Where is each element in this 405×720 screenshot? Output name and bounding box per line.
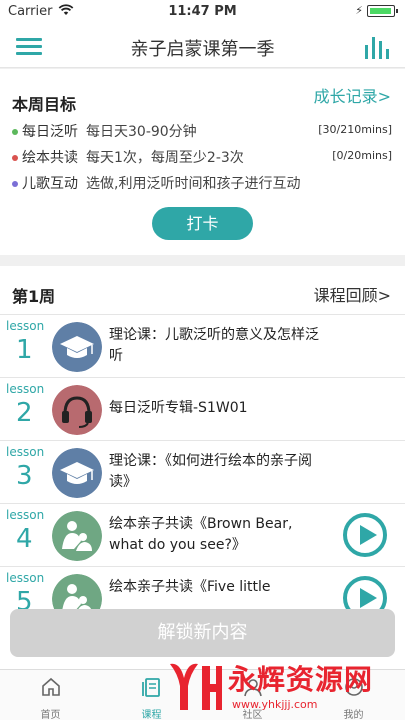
lesson-tag: lesson bbox=[6, 508, 45, 522]
watermark-logo-icon bbox=[170, 663, 222, 710]
tab-home[interactable]: 首页 bbox=[0, 670, 101, 720]
lesson-tag: lesson bbox=[6, 319, 45, 333]
growth-record-link[interactable]: 成长记录> bbox=[314, 83, 391, 107]
goal-progress: [30/210mins] bbox=[318, 123, 392, 136]
page-title: 亲子启蒙课第一季 bbox=[130, 39, 275, 60]
watermark-text: 永辉资源网 bbox=[228, 663, 374, 696]
play-icon[interactable] bbox=[343, 513, 387, 557]
course-review-link[interactable]: 课程回顾> bbox=[314, 282, 391, 306]
unlock-content-button[interactable]: 解锁新内容 bbox=[10, 609, 395, 657]
goal-description: 选做,利用泛听时间和孩子进行互动 bbox=[86, 176, 301, 192]
course-icon bbox=[142, 678, 160, 697]
lesson-title: 理论课：儿歌泛听的意义及怎样泛听 bbox=[109, 327, 319, 364]
lesson-title: 每日泛听专辑-S1W01 bbox=[109, 400, 248, 416]
goal-name: 儿歌互动 bbox=[22, 176, 78, 192]
parent-child-icon bbox=[52, 511, 102, 561]
nav-bar: 亲子启蒙课第一季 bbox=[0, 22, 405, 68]
lesson-number: 2 bbox=[16, 398, 33, 428]
goal-description: 每天1次，每周至少2-3次 bbox=[86, 150, 244, 166]
lesson-tag: lesson bbox=[6, 445, 45, 459]
status-bar: Carrier 11:47 PM ⚡ bbox=[0, 0, 405, 22]
tab-label: 首页 bbox=[40, 710, 61, 720]
bar-chart-icon[interactable] bbox=[365, 35, 389, 59]
clock: 11:47 PM bbox=[168, 4, 237, 19]
goal-bullet-icon bbox=[12, 181, 18, 187]
home-icon bbox=[42, 677, 60, 696]
lesson-row[interactable]: lesson 4 绘本亲子共读《Brown Bear, what do you … bbox=[0, 503, 405, 566]
goal-row: 儿歌互动 选做,利用泛听时间和孩子进行互动 bbox=[12, 173, 392, 195]
battery-icon bbox=[367, 5, 398, 17]
charging-icon: ⚡ bbox=[355, 4, 363, 17]
goal-row: 每日泛听 每日天30-90分钟 [30/210mins] bbox=[12, 121, 392, 143]
graduation-cap-icon bbox=[52, 448, 102, 498]
lesson-row[interactable]: lesson 3 理论课：《如何进行绘本的亲子阅读》 bbox=[0, 440, 405, 503]
goal-name: 绘本共读 bbox=[22, 150, 78, 166]
lesson-number: 4 bbox=[16, 524, 33, 554]
watermark-url: www.yhkjjj.com bbox=[232, 698, 318, 711]
goal-row: 绘本共读 每天1次，每周至少2-3次 [0/20mins] bbox=[12, 147, 392, 169]
lesson-row[interactable]: lesson 1 理论课：儿歌泛听的意义及怎样泛听 bbox=[0, 314, 405, 377]
goal-name: 每日泛听 bbox=[22, 124, 78, 140]
weekly-goals-card: 本周目标 成长记录> 每日泛听 每日天30-90分钟 [30/210mins] 绘… bbox=[0, 69, 405, 255]
goal-progress: [0/20mins] bbox=[332, 149, 392, 162]
goal-bullet-icon bbox=[12, 129, 18, 135]
lesson-title: 理论课：《如何进行绘本的亲子阅读》 bbox=[109, 453, 312, 490]
goal-bullet-icon bbox=[12, 155, 18, 161]
lesson-tag: lesson bbox=[6, 382, 45, 396]
goal-description: 每日天30-90分钟 bbox=[86, 124, 197, 140]
lesson-row[interactable]: lesson 2 每日泛听专辑-S1W01 bbox=[0, 377, 405, 440]
lesson-tag: lesson bbox=[6, 571, 45, 585]
lesson-title: 绘本亲子共读《Brown Bear, what do you see?》 bbox=[109, 516, 293, 553]
lesson-title: 绘本亲子共读《Five little bbox=[109, 579, 271, 595]
headphones-icon bbox=[52, 385, 102, 435]
graduation-cap-icon bbox=[52, 322, 102, 372]
lesson-number: 1 bbox=[16, 335, 33, 365]
checkin-button[interactable]: 打卡 bbox=[152, 207, 253, 240]
week-title: 第1周 bbox=[12, 287, 56, 306]
weekly-goals-heading: 本周目标 bbox=[12, 95, 77, 114]
lesson-number: 3 bbox=[16, 461, 33, 491]
watermark: 永辉资源网 www.yhkjjj.com bbox=[166, 656, 402, 718]
